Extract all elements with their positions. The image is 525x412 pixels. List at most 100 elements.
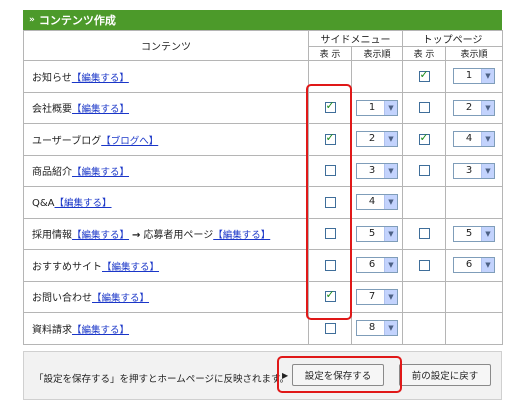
side-show-checkbox[interactable] bbox=[324, 196, 336, 208]
content-creation-panel: » コンテンツ作成 コンテンツ サイドメニュー トップページ 表 示 表示順 表… bbox=[23, 10, 503, 345]
side-order-cell: 3 ▼ bbox=[351, 154, 403, 187]
top-order-select[interactable]: 5 ▼ bbox=[453, 225, 495, 242]
top-order-cell: 2 ▼ bbox=[445, 91, 503, 124]
content-name-cell: ユーザーブログ【ブログへ】 bbox=[23, 123, 309, 156]
edit-link-secondary[interactable]: 【編集する】 bbox=[213, 230, 270, 241]
side-order-cell: 8 ▼ bbox=[351, 312, 403, 345]
content-table: コンテンツ サイドメニュー トップページ 表 示 表示順 表 示 表示順 お知ら… bbox=[23, 30, 503, 345]
side-show-checkbox[interactable] bbox=[324, 322, 336, 334]
top-show-checkbox[interactable] bbox=[418, 131, 430, 145]
edit-link[interactable]: 【編集する】 bbox=[72, 167, 129, 178]
top-order-cell: 6 ▼ bbox=[445, 249, 503, 282]
content-name: 資料請求 bbox=[32, 324, 72, 336]
side-show-cell bbox=[308, 186, 352, 219]
side-order-select[interactable]: 3 ▼ bbox=[356, 162, 398, 179]
side-order-cell bbox=[351, 60, 403, 93]
side-order-select[interactable]: 1 ▼ bbox=[356, 99, 398, 116]
order-value: 6 bbox=[368, 259, 376, 271]
side-order-cell: 2 ▼ bbox=[351, 123, 403, 156]
top-show-checkbox[interactable] bbox=[418, 102, 430, 113]
dropdown-arrow-icon: ▼ bbox=[481, 100, 494, 115]
edit-link[interactable]: 【編集する】 bbox=[72, 104, 129, 115]
top-order-cell bbox=[445, 186, 503, 219]
dropdown-arrow-icon: ▼ bbox=[481, 132, 494, 147]
right-arrow-icon: → bbox=[132, 230, 141, 242]
content-name-cell: 採用情報【編集する】 → 応募者用ページ【編集する】 bbox=[23, 217, 309, 250]
top-order-cell: 3 ▼ bbox=[445, 154, 503, 187]
table-row: ユーザーブログ【ブログへ】2▼4▼ bbox=[23, 123, 503, 156]
side-show-checkbox[interactable] bbox=[324, 228, 336, 239]
side-show-cell bbox=[308, 280, 352, 313]
dropdown-arrow-icon: ▼ bbox=[384, 163, 397, 178]
header-side-order: 表示順 bbox=[351, 46, 403, 61]
content-name-cell: 商品紹介【編集する】 bbox=[23, 154, 309, 187]
top-show-cell bbox=[402, 91, 446, 124]
top-order-select[interactable]: 6 ▼ bbox=[453, 257, 495, 274]
order-value: 2 bbox=[368, 133, 376, 145]
top-show-checkbox[interactable] bbox=[418, 165, 430, 176]
edit-link[interactable]: 【編集する】 bbox=[102, 262, 159, 273]
top-show-cell bbox=[402, 280, 446, 313]
order-value: 3 bbox=[465, 164, 473, 176]
side-order-select[interactable]: 2 ▼ bbox=[356, 131, 398, 148]
table-row: おすすめサイト【編集する】 6 ▼ 6 ▼ bbox=[23, 249, 503, 282]
top-show-cell bbox=[402, 123, 446, 156]
panel-title-bar: » コンテンツ作成 bbox=[23, 10, 502, 30]
dropdown-arrow-icon: ▼ bbox=[384, 258, 397, 273]
content-name: ユーザーブログ bbox=[32, 135, 102, 147]
side-show-cell bbox=[308, 217, 352, 250]
content-name: 商品紹介 bbox=[32, 167, 72, 179]
content-name-cell: お知らせ【編集する】 bbox=[23, 60, 309, 93]
header-top-order: 表示順 bbox=[445, 46, 503, 61]
edit-link[interactable]: 【編集する】 bbox=[55, 198, 112, 209]
dropdown-arrow-icon: ▼ bbox=[481, 163, 494, 178]
side-order-select[interactable]: 7 ▼ bbox=[356, 288, 398, 305]
side-order-cell: 5 ▼ bbox=[351, 217, 403, 250]
side-order-select[interactable]: 8 ▼ bbox=[356, 320, 398, 337]
footer-bar: 「設定を保存する」を押すとホームページに反映されます。 ▶ 設定を保存する 前の… bbox=[23, 351, 502, 400]
side-order-select[interactable]: 4 ▼ bbox=[356, 194, 398, 211]
top-order-select[interactable]: 3 ▼ bbox=[453, 162, 495, 179]
edit-link[interactable]: 【ブログへ】 bbox=[101, 136, 158, 147]
side-show-checkbox[interactable] bbox=[324, 288, 336, 302]
side-order-cell: 1 ▼ bbox=[351, 91, 403, 124]
order-value: 2 bbox=[465, 101, 473, 113]
revert-settings-button[interactable]: 前の設定に戻す bbox=[399, 364, 491, 386]
header-top-show: 表 示 bbox=[402, 46, 446, 61]
top-order-select[interactable]: 4 ▼ bbox=[453, 131, 495, 148]
side-show-cell bbox=[308, 312, 352, 345]
edit-link[interactable]: 【編集する】 bbox=[72, 230, 129, 241]
side-order-select[interactable]: 6 ▼ bbox=[356, 257, 398, 274]
header-content: コンテンツ bbox=[23, 30, 309, 61]
dropdown-arrow-icon: ▼ bbox=[481, 69, 494, 84]
side-show-cell bbox=[308, 249, 352, 282]
order-value: 8 bbox=[368, 322, 376, 334]
table-row: 商品紹介【編集する】 3 ▼ 3 ▼ bbox=[23, 154, 503, 187]
dropdown-arrow-icon: ▼ bbox=[481, 226, 494, 241]
top-show-checkbox[interactable] bbox=[418, 259, 430, 271]
table-row: お問い合わせ【編集する】 7▼ bbox=[23, 280, 503, 313]
top-show-checkbox[interactable] bbox=[418, 68, 430, 82]
top-order-cell: 1 ▼ bbox=[445, 60, 503, 93]
side-show-checkbox[interactable] bbox=[324, 259, 336, 271]
header-side-menu: サイドメニュー bbox=[308, 30, 403, 47]
content-name-cell: Q&A【編集する】 bbox=[23, 186, 309, 219]
top-show-checkbox[interactable] bbox=[418, 228, 430, 239]
side-order-select[interactable]: 5 ▼ bbox=[356, 225, 398, 242]
edit-link[interactable]: 【編集する】 bbox=[72, 73, 129, 84]
content-name: お問い合わせ bbox=[32, 293, 92, 305]
side-order-cell: 4 ▼ bbox=[351, 186, 403, 219]
top-order-select[interactable]: 2 ▼ bbox=[453, 99, 495, 116]
edit-link[interactable]: 【編集する】 bbox=[92, 293, 149, 304]
side-show-checkbox[interactable] bbox=[324, 165, 336, 176]
dropdown-arrow-icon: ▼ bbox=[384, 321, 397, 336]
top-show-cell bbox=[402, 154, 446, 187]
edit-link[interactable]: 【編集する】 bbox=[72, 325, 129, 336]
side-show-cell bbox=[308, 91, 352, 124]
pointer-arrow-icon: ▶ bbox=[282, 371, 289, 380]
save-settings-button[interactable]: 設定を保存する bbox=[292, 364, 384, 386]
side-show-checkbox[interactable] bbox=[324, 99, 336, 113]
order-value: 7 bbox=[368, 290, 376, 302]
side-show-checkbox[interactable] bbox=[324, 131, 336, 145]
top-order-select[interactable]: 1 ▼ bbox=[453, 68, 495, 85]
